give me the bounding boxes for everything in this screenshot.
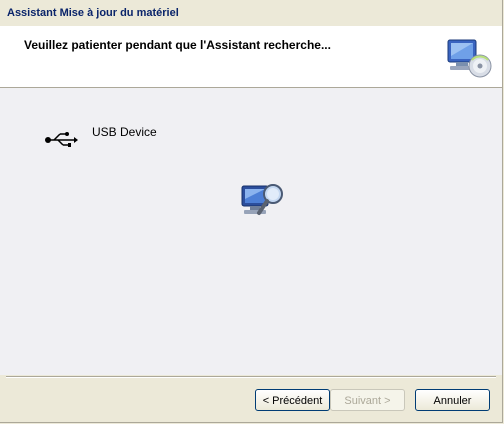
button-separator xyxy=(6,376,496,378)
cancel-button[interactable]: Annuler xyxy=(415,389,490,411)
header-title: Veuillez patienter pendant que l'Assista… xyxy=(24,38,331,52)
wizard-header: Veuillez patienter pendant que l'Assista… xyxy=(0,26,502,88)
search-computer-icon xyxy=(241,184,283,215)
back-button[interactable]: < Précédent xyxy=(255,389,330,411)
wizard-window: Assistant Mise à jour du matériel Veuill… xyxy=(0,0,503,423)
title-bar: Assistant Mise à jour du matériel xyxy=(0,0,502,26)
usb-icon xyxy=(45,132,78,147)
next-button[interactable]: Suivant > xyxy=(330,389,405,411)
device-label: USB Device xyxy=(92,125,157,139)
window-title: Assistant Mise à jour du matériel xyxy=(7,7,179,19)
hardware-wizard-icon xyxy=(447,39,492,78)
